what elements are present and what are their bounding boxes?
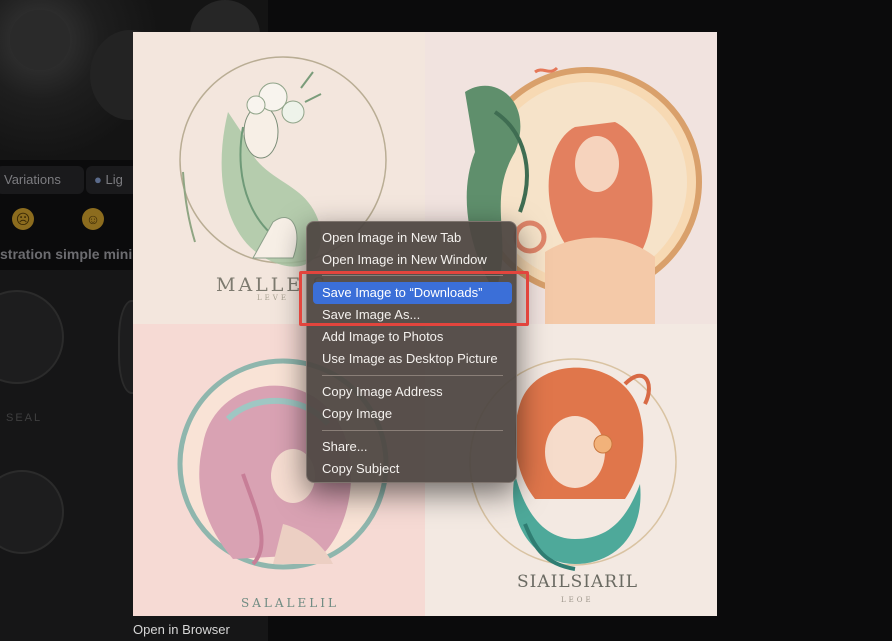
logo-subcaption: LEVE	[257, 294, 289, 302]
light-button-label: Lig	[105, 172, 123, 187]
variations-button[interactable]: Variations	[0, 166, 84, 194]
menu-item-copy-image-address[interactable]: Copy Image Address	[313, 381, 512, 403]
logo-caption: SALALELIL	[241, 596, 339, 610]
grid-thumbnail[interactable]	[0, 290, 64, 384]
menu-separator	[322, 430, 503, 431]
smile-emoji-icon[interactable]: ☺	[82, 208, 104, 230]
menu-item-copy-subject[interactable]: Copy Subject	[313, 458, 512, 480]
open-in-browser-link[interactable]: Open in Browser	[133, 622, 230, 637]
menu-item-copy-image[interactable]: Copy Image	[313, 403, 512, 425]
image-context-menu: Open Image in New Tab Open Image in New …	[306, 221, 517, 483]
light-icon: ●	[94, 172, 102, 187]
logo-subcaption: LEOE	[561, 596, 594, 604]
menu-item-add-image-to-photos[interactable]: Add Image to Photos	[313, 326, 512, 348]
logo-caption: SIAILSIARIL	[517, 572, 639, 592]
menu-item-open-image-new-tab[interactable]: Open Image in New Tab	[313, 227, 512, 249]
menu-item-share[interactable]: Share...	[313, 436, 512, 458]
grid-thumbnail[interactable]	[0, 470, 64, 554]
menu-item-use-image-as-desktop-picture[interactable]: Use Image as Desktop Picture	[313, 348, 512, 370]
annotation-highlight-box	[299, 271, 529, 326]
grid-seal-text: SEAL	[6, 412, 43, 424]
frown-emoji-icon[interactable]: ☹	[12, 208, 34, 230]
menu-item-open-image-new-window[interactable]: Open Image in New Window	[313, 249, 512, 271]
menu-separator	[322, 375, 503, 376]
